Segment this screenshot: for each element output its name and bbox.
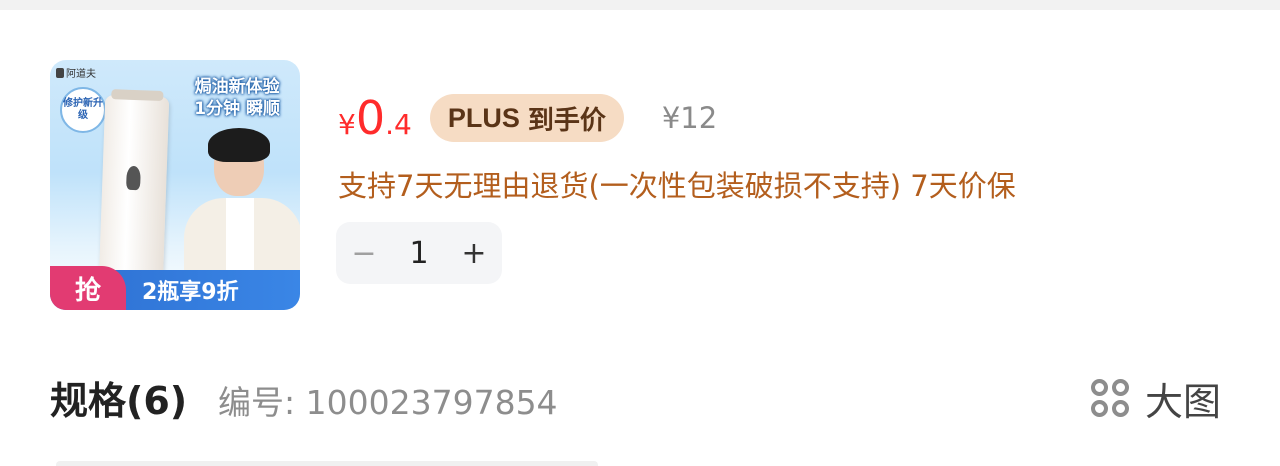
model-hair: [208, 128, 270, 162]
image-headline: 焗油新体验 1分钟 瞬顺: [194, 76, 280, 120]
plus-price-badge: PLUS 到手价: [429, 94, 624, 142]
image-brand-logo: 阿道夫: [56, 65, 96, 80]
plus-badge-word: PLUS: [447, 102, 520, 133]
current-price: ¥ 0 .4: [338, 95, 412, 141]
original-price: ¥12: [661, 101, 718, 135]
image-upgrade-badge: 修护新升级: [60, 87, 106, 133]
plus-badge-label: 到手价: [527, 105, 606, 136]
sku-number: 编号: 100023797854: [218, 383, 558, 422]
big-image-toggle[interactable]: 大图: [1089, 371, 1221, 426]
top-divider-strip: [0, 0, 1280, 10]
tube-bird-icon: [126, 165, 141, 191]
big-image-label: 大图: [1145, 380, 1222, 424]
image-promo-text: 2瓶享9折: [142, 280, 239, 305]
spec-section-title: 规格(6): [50, 379, 188, 423]
price-row: ¥ 0 .4 PLUS 到手价 ¥12: [338, 88, 717, 148]
decrease-quantity-button[interactable]: −: [336, 222, 392, 284]
tube-cap: [111, 89, 164, 101]
image-brand-text: 阿道夫: [66, 69, 96, 80]
grid-four-circles-icon: [1089, 377, 1133, 421]
service-guarantee-text[interactable]: 支持7天无理由退货(一次性包装破损不支持) 7天价保: [338, 163, 1016, 205]
brand-bird-icon: [56, 67, 64, 78]
price-integer: 0: [355, 91, 386, 145]
product-tube-illustration: [98, 89, 170, 288]
increase-quantity-button[interactable]: +: [446, 222, 502, 284]
image-promo-grab-tag: 抢: [50, 266, 126, 310]
image-headline-line1: 焗油新体验: [194, 77, 280, 97]
product-image[interactable]: 阿道夫 焗油新体验 1分钟 瞬顺 修护新升级 抢 2瓶享9折: [50, 60, 300, 310]
model-shirt: [226, 198, 254, 278]
quantity-value[interactable]: 1: [392, 236, 446, 271]
price-currency: ¥: [338, 108, 356, 141]
image-headline-line2: 1分钟 瞬顺: [194, 99, 280, 119]
quantity-stepper: − 1 +: [336, 222, 502, 284]
next-card-edge: [56, 461, 598, 466]
price-decimal: .4: [385, 108, 412, 141]
